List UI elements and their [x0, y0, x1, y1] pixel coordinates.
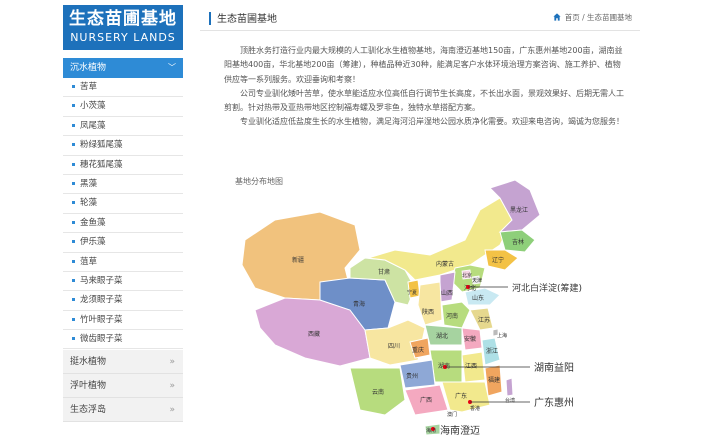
- sidebar: 生态苗圃基地 NURSERY LANDS 沉水植物 ﹀ 苦草 小茨藻 凤尾藻 粉…: [63, 0, 183, 437]
- province-label: 江苏: [478, 316, 490, 324]
- province-label: 云南: [372, 388, 384, 396]
- china-base-map: 新疆 西藏 青海 甘肃 内蒙古 黑龙江 吉林 辽宁 北京 天津 河北 山西 陕西…: [241, 179, 582, 437]
- callout-hunan: 湖南益阳: [534, 361, 574, 374]
- chevron-down-icon: ﹀: [168, 63, 176, 72]
- bullet-icon: [72, 201, 75, 205]
- sidebar-item[interactable]: 金鱼藻: [63, 213, 183, 234]
- bullet-icon: [72, 317, 75, 321]
- category-collapsed[interactable]: 浮叶植物 »: [63, 374, 183, 398]
- province-shape[interactable]: [417, 281, 443, 326]
- province-shape[interactable]: [505, 377, 514, 397]
- map-label: 基地分布地图: [235, 177, 283, 186]
- page-title: 生态苗圃基地: [217, 14, 277, 25]
- category-label: 沉水植物: [70, 63, 107, 73]
- province-label: 内蒙古: [436, 260, 454, 268]
- sidebar-item[interactable]: 轮藻: [63, 194, 183, 214]
- logo-chinese: 生态苗圃基地: [69, 9, 177, 29]
- title-bar: 生态苗圃基地 首页 / 生态苗圃基地: [200, 6, 640, 31]
- province-label: 黑龙江: [510, 206, 528, 214]
- province-label: 安徽: [464, 335, 476, 343]
- province-label: 贵州: [406, 372, 418, 380]
- province-label: 澳门: [447, 411, 457, 418]
- sidebar-item[interactable]: 微齿眼子菜: [63, 330, 183, 350]
- bullet-icon: [72, 278, 75, 282]
- bullet-icon: [72, 143, 75, 147]
- bullet-icon: [72, 337, 75, 341]
- home-icon: [553, 13, 561, 21]
- callout-hebei: 河北白洋淀(筹建): [512, 282, 582, 294]
- sidebar-item[interactable]: 菹草: [63, 252, 183, 272]
- province-label: 湖北: [436, 332, 448, 340]
- sidebar-item[interactable]: 凤尾藻: [63, 116, 183, 137]
- sidebar-item[interactable]: 苦草: [63, 78, 183, 98]
- logo[interactable]: 生态苗圃基地 NURSERY LANDS: [63, 5, 183, 50]
- province-label: 山东: [472, 294, 484, 302]
- bullet-icon: [72, 104, 75, 108]
- intro-paragraph: 专业驯化适应低盐度生长的水生植物，满足海河沿岸湿地公园水质净化需要。欢迎来电咨询…: [240, 117, 624, 127]
- province-label: 吉林: [512, 238, 524, 246]
- province-label: 辽宁: [492, 256, 504, 264]
- main-content: 生态苗圃基地 首页 / 生态苗圃基地 顶胜水务打造行业内最大规模的人工驯化水生植…: [200, 0, 640, 437]
- province-label: 香港: [470, 405, 480, 412]
- bullet-icon: [72, 259, 75, 263]
- intro-text: 顶胜水务打造行业内最大规模的人工驯化水生植物基地，海南澄迈基地150亩，广东惠州…: [224, 44, 628, 130]
- province-label: 青海: [353, 300, 365, 308]
- sidebar-item[interactable]: 竹叶眼子菜: [63, 310, 183, 331]
- double-chevron-right-icon: »: [169, 405, 175, 415]
- bullet-icon: [72, 240, 75, 244]
- sidebar-item[interactable]: 伊乐藻: [63, 233, 183, 253]
- province-label: 广东: [455, 392, 467, 400]
- sidebar-item[interactable]: 小茨藻: [63, 97, 183, 117]
- province-label: 山西: [441, 289, 453, 297]
- category-collapsed[interactable]: 生态浮岛 »: [63, 398, 183, 422]
- province-shape[interactable]: [439, 271, 456, 303]
- logo-english: NURSERY LANDS: [70, 31, 176, 44]
- sidebar-item[interactable]: 马来眼子菜: [63, 271, 183, 292]
- province-label: 陕西: [422, 308, 434, 316]
- bullet-icon: [72, 181, 75, 185]
- sidebar-item[interactable]: 黑藻: [63, 174, 183, 195]
- category-active[interactable]: 沉水植物 ﹀: [63, 58, 183, 78]
- intro-paragraph: 公司专业驯化矮叶苦草，使水草能适应水位高低自行调节生长高度，不长出水面，景观效果…: [224, 88, 624, 113]
- title-accent-bar: [209, 12, 211, 25]
- province-label: 上海: [497, 332, 507, 339]
- province-label: 天津: [472, 277, 482, 284]
- intro-paragraph: 顶胜水务打造行业内最大规模的人工驯化水生植物基地，海南澄迈基地150亩，广东惠州…: [224, 46, 623, 84]
- bullet-icon: [72, 220, 75, 224]
- bullet-icon: [72, 298, 75, 302]
- province-label: 西藏: [308, 330, 320, 338]
- province-label: 浙江: [486, 347, 498, 355]
- province-label: 重庆: [412, 346, 424, 354]
- callout-hainan: 海南澄迈: [440, 424, 480, 437]
- province-label: 广西: [420, 396, 432, 404]
- province-label: 宁夏: [407, 289, 417, 296]
- sidebar-item[interactable]: 龙须眼子菜: [63, 291, 183, 311]
- breadcrumb-text: 首页 / 生态苗圃基地: [564, 13, 632, 22]
- province-label: 台湾: [505, 397, 515, 404]
- province-label: 甘肃: [378, 268, 390, 276]
- category-collapsed[interactable]: 挺水植物 »: [63, 350, 183, 374]
- bullet-icon: [72, 123, 75, 127]
- province-label: 江西: [465, 363, 477, 370]
- province-label: 新疆: [292, 256, 304, 264]
- province-label: 北京: [462, 272, 472, 279]
- bullet-icon: [72, 162, 75, 166]
- province-label: 河北: [464, 284, 476, 292]
- breadcrumb[interactable]: 首页 / 生态苗圃基地: [553, 12, 632, 23]
- bullet-icon: [72, 85, 75, 88]
- sidebar-item[interactable]: 粉绿狐尾藻: [63, 136, 183, 156]
- subcategory-list: 苦草 小茨藻 凤尾藻 粉绿狐尾藻 穗花狐尾藻 黑藻 轮藻 金鱼藻 伊乐藻 菹草 …: [63, 78, 183, 350]
- double-chevron-right-icon: »: [169, 381, 175, 391]
- province-label: 福建: [488, 376, 500, 384]
- sidebar-item[interactable]: 穗花狐尾藻: [63, 155, 183, 175]
- double-chevron-right-icon: »: [169, 357, 175, 367]
- callout-guangdong: 广东惠州: [534, 396, 574, 409]
- province-label: 四川: [388, 343, 400, 350]
- province-label: 河南: [446, 312, 458, 320]
